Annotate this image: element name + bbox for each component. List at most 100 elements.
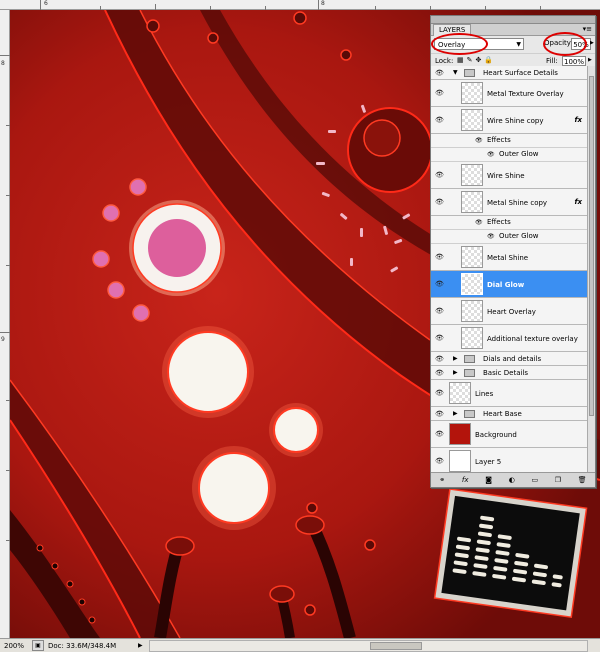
layer-thumbnail xyxy=(449,382,471,404)
expand-arrow-icon[interactable]: ▶ xyxy=(453,355,458,362)
layer-name: Wire Shine xyxy=(487,172,525,180)
link-icon[interactable]: ⚭ xyxy=(439,476,445,484)
layer-metal-texture-overlay[interactable]: 👁 Metal Texture Overlay xyxy=(431,80,588,107)
layer-thumbnail xyxy=(461,82,483,104)
panel-menu-icon[interactable]: ▾≡ xyxy=(583,25,592,33)
visibility-eye-icon[interactable]: 👁 xyxy=(435,334,444,342)
visibility-eye-icon[interactable]: 👁 xyxy=(475,137,483,144)
visibility-eye-icon[interactable]: 👁 xyxy=(435,389,444,397)
scrollbar-thumb[interactable] xyxy=(589,76,594,416)
layer-group-heart-surface-details[interactable]: 👁 ▼ Heart Surface Details xyxy=(431,66,588,80)
layer-name: Basic Details xyxy=(483,369,529,377)
layer-metal-shine[interactable]: 👁 Metal Shine xyxy=(431,244,588,271)
visibility-eye-icon[interactable]: 👁 xyxy=(435,457,444,465)
layer-group-heart-base[interactable]: 👁 ▶ Heart Base xyxy=(431,407,588,421)
visibility-eye-icon[interactable]: 👁 xyxy=(435,198,444,206)
folder-icon[interactable]: ▭ xyxy=(531,476,538,484)
layer-name: Metal Shine copy xyxy=(487,199,548,207)
layer-effect-outer-glow[interactable]: 👁 Outer Glow xyxy=(431,230,588,244)
opacity-slider-icon[interactable]: ▶ xyxy=(590,40,594,46)
layer-name: Background xyxy=(475,431,517,439)
trash-icon[interactable]: 🗑 xyxy=(578,476,587,484)
left-ruler-label-8: 8 xyxy=(1,60,5,67)
fx-icon[interactable]: fx xyxy=(462,476,469,484)
visibility-eye-icon[interactable]: 👁 xyxy=(435,307,444,315)
layer-lines[interactable]: 👁 Lines xyxy=(431,380,588,407)
left-ruler-label-9: 9 xyxy=(1,336,5,343)
layer-effect-outer-glow[interactable]: 👁 Outer Glow xyxy=(431,148,588,162)
visibility-eye-icon[interactable]: 👁 xyxy=(435,280,444,288)
effects-label: Effects xyxy=(487,136,511,144)
lock-options-icon[interactable]: ▦✎✥🔒 xyxy=(457,56,496,64)
panel-bottom-bar: ⚭ fx ◙ ◐ ▭ ❐ 🗑 xyxy=(431,472,595,487)
layer-effects-row[interactable]: 👁 Effects xyxy=(431,216,588,230)
horizontal-scrollbar[interactable] xyxy=(148,639,588,652)
layer-name: Heart Surface Details xyxy=(483,69,558,77)
layer-thumbnail xyxy=(461,191,483,213)
visibility-eye-icon[interactable]: 👁 xyxy=(435,89,444,97)
layer-name: Heart Base xyxy=(483,410,522,418)
expand-arrow-icon[interactable]: ▶ xyxy=(453,369,458,376)
layer-metal-shine-copy[interactable]: 👁 Metal Shine copy fx xyxy=(431,189,588,216)
folder-icon xyxy=(464,69,475,77)
visibility-eye-icon[interactable]: 👁 xyxy=(435,430,444,438)
layer-dial-glow[interactable]: 👁 Dial Glow xyxy=(431,271,588,298)
layer-name: Metal Texture Overlay xyxy=(487,90,564,98)
chevron-down-icon: ▼ xyxy=(516,41,521,48)
layer-background[interactable]: 👁 Background xyxy=(431,421,588,448)
layer-additional-texture-overlay[interactable]: 👁 Additional texture overlay xyxy=(431,325,588,352)
layer-list-scrollbar[interactable] xyxy=(587,66,595,474)
layer-name: Lines xyxy=(475,390,494,398)
zoom-level[interactable]: 200% xyxy=(0,642,32,650)
layer-heart-overlay[interactable]: 👁 Heart Overlay xyxy=(431,298,588,325)
adjustment-icon[interactable]: ◐ xyxy=(509,476,515,484)
layer-wire-shine-copy[interactable]: 👁 Wire Shine copy fx xyxy=(431,107,588,134)
effect-name: Outer Glow xyxy=(499,150,539,158)
visibility-eye-icon[interactable]: 👁 xyxy=(487,151,495,158)
annotation-circle-opacity xyxy=(543,32,587,56)
blend-row: Overlay ▼ Opacity: 50% ▶ xyxy=(431,32,595,56)
fill-slider-icon[interactable]: ▶ xyxy=(588,57,592,63)
new-layer-icon[interactable]: ❐ xyxy=(555,476,561,484)
layer-thumbnail xyxy=(461,109,483,131)
navigator-icon[interactable]: ▣ xyxy=(32,640,44,651)
layers-panel: LAYERS ▾≡ Overlay ▼ Opacity: 50% ▶ Lock:… xyxy=(430,15,596,488)
fx-icon[interactable]: fx xyxy=(574,198,582,206)
fx-icon[interactable]: fx xyxy=(574,116,582,124)
expand-arrow-icon[interactable]: ▶ xyxy=(453,410,458,417)
visibility-eye-icon[interactable]: 👁 xyxy=(435,69,444,77)
top-ruler-label-6: 6 xyxy=(44,0,48,7)
expand-arrow-icon[interactable]: ▼ xyxy=(453,69,458,76)
mask-icon[interactable]: ◙ xyxy=(485,476,492,484)
layer-name: Wire Shine copy xyxy=(487,117,544,125)
top-ruler[interactable]: 6 8 xyxy=(0,0,600,10)
layer-name: Metal Shine xyxy=(487,254,529,262)
annotation-circle-blend xyxy=(431,33,488,55)
visibility-eye-icon[interactable]: 👁 xyxy=(435,355,444,363)
layer-thumbnail xyxy=(449,450,471,472)
panel-title-bar[interactable] xyxy=(431,16,595,24)
layer-name: Dial Glow xyxy=(487,281,525,289)
layer-thumbnail xyxy=(449,423,471,445)
folder-icon xyxy=(464,369,475,377)
visibility-eye-icon[interactable]: 👁 xyxy=(435,369,444,377)
visibility-eye-icon[interactable]: 👁 xyxy=(435,116,444,124)
scrollbar-thumb[interactable] xyxy=(369,641,422,650)
status-menu-arrow-icon[interactable]: ▶ xyxy=(138,642,143,649)
document-size[interactable]: Doc: 33.6M/348.4M xyxy=(48,642,138,650)
fill-input[interactable]: 100% xyxy=(562,56,586,66)
visibility-eye-icon[interactable]: 👁 xyxy=(487,233,495,240)
visibility-eye-icon[interactable]: 👁 xyxy=(435,253,444,261)
layer-wire-shine[interactable]: 👁 Wire Shine xyxy=(431,162,588,189)
layer-layer-5[interactable]: 👁 Layer 5 xyxy=(431,448,588,474)
left-ruler[interactable]: 8 9 xyxy=(0,10,10,638)
layer-thumbnail xyxy=(461,164,483,186)
visibility-eye-icon[interactable]: 👁 xyxy=(475,219,483,226)
visibility-eye-icon[interactable]: 👁 xyxy=(435,171,444,179)
layer-effects-row[interactable]: 👁 Effects xyxy=(431,134,588,148)
layer-group-dials-and-details[interactable]: 👁 ▶ Dials and details xyxy=(431,352,588,366)
visibility-eye-icon[interactable]: 👁 xyxy=(435,410,444,418)
status-bar: 200% ▣ Doc: 33.6M/348.4M ▶ xyxy=(0,638,600,652)
layer-name: Heart Overlay xyxy=(487,308,536,316)
layer-group-basic-details[interactable]: 👁 ▶ Basic Details xyxy=(431,366,588,380)
